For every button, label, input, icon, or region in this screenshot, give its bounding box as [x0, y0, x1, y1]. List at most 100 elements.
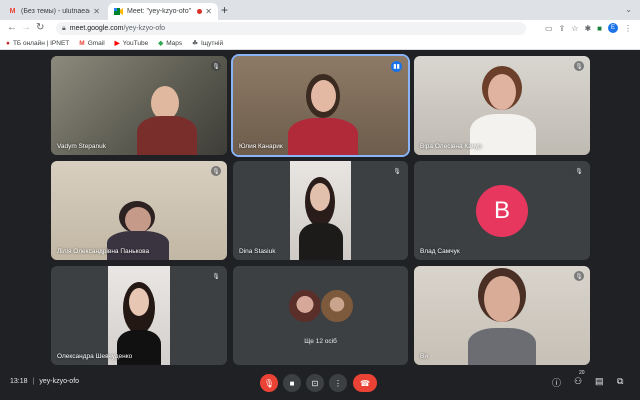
participant-name: Vadym Stepanuk — [57, 143, 107, 150]
mic-off-icon: 🎙︎ — [392, 166, 402, 176]
microphone-button[interactable]: 🎙︎ — [260, 374, 278, 392]
present-screen-icon: ⊡ — [311, 378, 319, 388]
person-body — [137, 116, 197, 155]
person-body — [107, 231, 169, 260]
info-icon: ⓘ — [552, 378, 562, 388]
tab-title: Meet: "yey-kzyo-ofo" — [127, 8, 192, 15]
chat-button[interactable]: ▤ — [595, 376, 604, 387]
participant-tile[interactable]: 🎙︎ Dina Stasiuk — [233, 161, 408, 260]
tab-search-icon[interactable]: ⌄ — [625, 5, 632, 14]
tab-gmail[interactable]: M (Без темы) - ulutnaea@gmail ✕ — [2, 3, 106, 20]
back-button[interactable]: ← — [7, 22, 17, 33]
participant-name: Влад Самчук — [420, 248, 460, 255]
bookmark-ishchutnii[interactable]: ☘ Іщутній — [192, 39, 223, 48]
forward-button[interactable]: → — [21, 22, 31, 33]
participant-name: Dina Stasiuk — [239, 248, 276, 255]
participant-tile[interactable]: ▮▮ Юлия Канарик — [231, 54, 410, 157]
menu-icon[interactable]: ⋮ — [624, 24, 632, 33]
speaking-indicator-icon: ▮▮ — [391, 61, 402, 72]
hang-up-icon: ☎ — [360, 378, 370, 388]
bookmark-icon: ☘ — [192, 40, 198, 47]
activities-button[interactable]: ⧉ — [617, 376, 623, 387]
tab-meet[interactable]: Meet: "yey-kzyo-ofo" ✕ — [108, 3, 218, 20]
participant-tile[interactable]: 🎙︎ Олександра Шевчуденко — [51, 266, 227, 365]
recording-dot-icon — [197, 9, 203, 14]
avatar — [288, 289, 322, 323]
profile-avatar[interactable]: E — [608, 23, 618, 33]
address-bar-row: ← → ↻ 🔒︎ meet.google.com/yey-kzyo-ofo ▭ … — [0, 20, 640, 37]
person-head — [125, 207, 151, 233]
new-tab-button[interactable]: + — [221, 3, 228, 17]
meeting-info-button[interactable]: ⓘ — [552, 376, 561, 389]
chat-icon: ▤ — [595, 376, 604, 386]
browser-tab-bar: M (Без темы) - ulutnaea@gmail ✕ Meet: "y… — [0, 0, 640, 20]
url-host: meet.google.com — [69, 25, 124, 32]
avatar: B — [476, 185, 528, 237]
bookmark-star-icon[interactable]: ☆ — [571, 24, 578, 33]
person-body — [468, 328, 536, 365]
extensions-icon[interactable]: ✱ — [584, 24, 591, 33]
more-participants-tile[interactable]: Ще 12 осіб — [233, 266, 408, 365]
mic-off-icon: 🎙︎ — [574, 61, 584, 71]
participant-tile[interactable]: 🎙︎ Лілія Олександрівна Панькова — [51, 161, 227, 260]
person-head — [488, 74, 516, 110]
participant-tile[interactable]: 🎙︎ Ви — [414, 266, 590, 365]
reload-button[interactable]: ↻ — [36, 22, 44, 33]
person-head — [310, 183, 330, 211]
maps-icon: ◆ — [158, 40, 164, 47]
gmail-icon: M — [79, 39, 85, 47]
tb-icon: ● — [6, 39, 10, 47]
tab-title: (Без темы) - ulutnaea@gmail — [21, 8, 90, 15]
participant-tile[interactable]: 🎙︎ Vadym Stepanuk — [51, 56, 227, 155]
person-head — [129, 288, 149, 316]
camera-icon: ■ — [289, 378, 295, 388]
present-button[interactable]: ⊡ — [306, 374, 324, 392]
meeting-code: yey-kzyo-ofo — [39, 378, 80, 385]
url-field[interactable]: 🔒︎ meet.google.com/yey-kzyo-ofo — [56, 22, 526, 35]
camera-in-use-icon[interactable]: ▭ — [545, 24, 553, 33]
more-participants-label: Ще 12 осіб — [304, 338, 337, 345]
meeting-controls-bar: 13:18 | yey-kzyo-ofo 🎙︎ ■ ⊡ ⋮ ☎ ⓘ 20 ⚇ ▤… — [0, 367, 640, 400]
close-tab-icon[interactable]: ✕ — [205, 7, 212, 16]
bookmark-youtube[interactable]: ▶ YouTube — [114, 39, 149, 48]
bookmarks-bar: ● ТБ онлайн | IPNET M Gmail ▶ YouTube ◆ Maps… — [0, 37, 640, 50]
participant-name: Віра Олесівна Качур — [420, 143, 482, 150]
separator: | — [32, 378, 35, 385]
more-vert-icon: ⋮ — [334, 378, 342, 388]
more-options-button[interactable]: ⋮ — [329, 374, 347, 392]
lock-icon: 🔒︎ — [62, 24, 66, 32]
share-icon[interactable]: ⇪ — [559, 24, 566, 33]
participant-tile[interactable]: B 🎙︎ Влад Самчук — [414, 161, 590, 260]
gmail-icon: M — [9, 8, 16, 15]
mic-off-icon: 🎙︎ — [211, 271, 221, 281]
mic-off-icon: 🎙︎ — [211, 166, 221, 176]
participant-name: Олександра Шевчуденко — [57, 353, 133, 360]
meeting-time: 13:18 — [10, 378, 28, 385]
person-body — [288, 118, 358, 155]
participant-name: Лілія Олександрівна Панькова — [57, 248, 150, 255]
people-button[interactable]: ⚇ — [574, 376, 582, 387]
camera-button[interactable]: ■ — [283, 374, 301, 392]
youtube-icon: ▶ — [114, 40, 120, 47]
person-head — [311, 80, 336, 112]
mic-off-icon: 🎙︎ — [574, 271, 584, 281]
bookmark-gmail[interactable]: M Gmail — [79, 40, 104, 47]
mic-off-icon: 🎙︎ — [574, 166, 584, 176]
leave-call-button[interactable]: ☎ — [353, 374, 377, 392]
meeting-grid: 🎙︎ Vadym Stepanuk ▮▮ Юлия Канарик 🎙︎ Вір… — [0, 50, 640, 367]
extension-green-icon[interactable]: ■ — [597, 24, 602, 33]
bookmark-tb-online[interactable]: ● ТБ онлайн | IPNET — [6, 40, 69, 47]
mic-off-icon: 🎙︎ — [263, 378, 275, 388]
participant-name: Ви — [420, 353, 428, 360]
person-head — [484, 276, 520, 322]
participant-name: Юлия Канарик — [239, 143, 283, 150]
person-head — [151, 86, 179, 120]
avatar — [320, 289, 354, 323]
participant-tile[interactable]: 🎙︎ Віра Олесівна Качур — [414, 56, 590, 155]
close-tab-icon[interactable]: ✕ — [93, 7, 100, 16]
person-body — [299, 223, 343, 260]
mic-off-icon: 🎙︎ — [211, 61, 221, 71]
meet-icon — [114, 7, 123, 16]
activities-icon: ⧉ — [617, 376, 624, 386]
bookmark-maps[interactable]: ◆ Maps — [158, 39, 182, 48]
